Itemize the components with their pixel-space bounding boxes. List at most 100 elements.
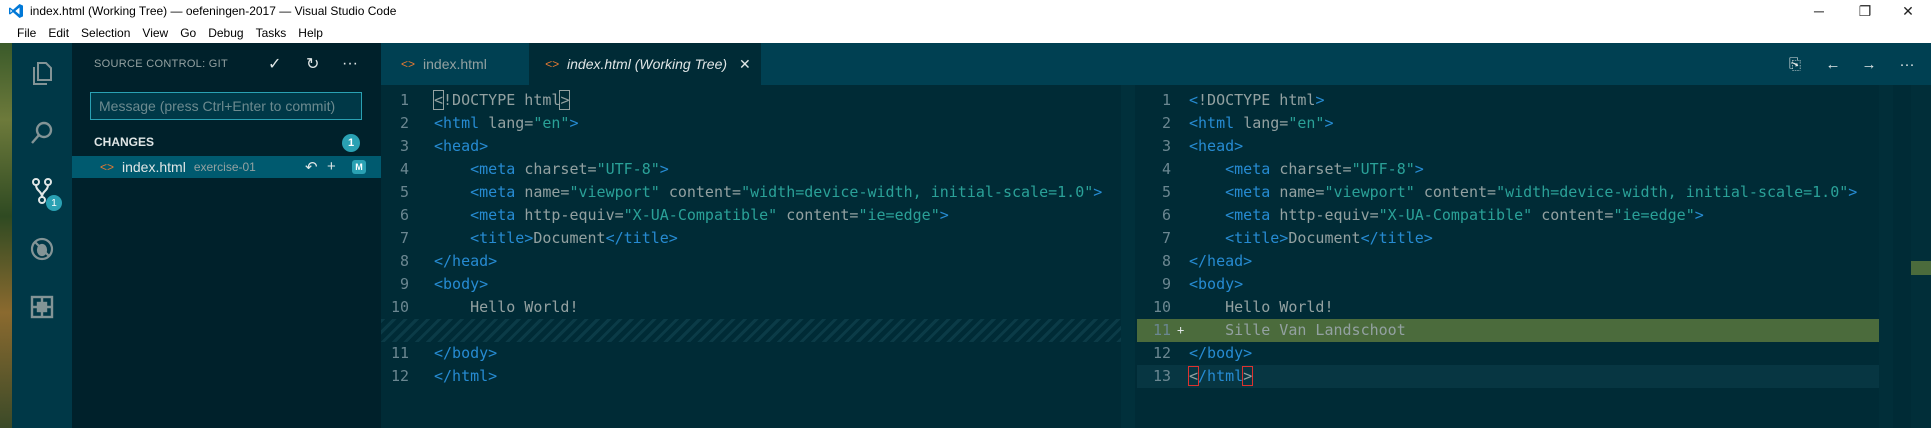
line-number: 9 <box>399 275 409 293</box>
original-code-line[interactable]: 11 </body> <box>381 342 1121 365</box>
restore-button[interactable]: ❐ <box>1842 0 1888 22</box>
original-code-line[interactable]: 5 <meta name="viewport" content="width=d… <box>381 181 1121 204</box>
html-file-icon: <> <box>100 160 115 174</box>
line-number: 6 <box>1161 206 1171 224</box>
original-code-line[interactable]: 10 Hello World! <box>381 296 1121 319</box>
modified-code-line[interactable]: 8 </head> <box>1137 250 1879 273</box>
debug-icon <box>30 237 54 261</box>
code-text: <meta charset="UTF-8"> <box>470 160 669 178</box>
window-title: index.html (Working Tree) — oefeningen-2… <box>30 4 397 18</box>
original-code-line[interactable]: 4 <meta charset="UTF-8"> <box>381 158 1121 181</box>
close-window-button[interactable]: ✕ <box>1885 0 1931 22</box>
menu-file[interactable]: File <box>0 26 42 40</box>
line-number: 7 <box>399 229 409 247</box>
changed-file-row[interactable]: <> index.html exercise-01 ↶ + M <box>72 156 381 178</box>
modified-code-line[interactable]: 6 <meta http-equiv="X-UA-Compatible" con… <box>1137 204 1879 227</box>
menu-debug[interactable]: Debug <box>202 26 249 40</box>
original-code-line[interactable] <box>381 319 1121 342</box>
refresh-button[interactable]: ↻ <box>306 43 319 85</box>
modified-code-line[interactable]: 10 Hello World! <box>1137 296 1879 319</box>
changes-label: CHANGES <box>94 135 155 149</box>
refresh-icon: ↻ <box>306 56 320 73</box>
menu-tasks[interactable]: Tasks <box>250 26 293 40</box>
tab-index-html-working-tree[interactable]: <> index.html (Working Tree) ✕ <box>529 43 761 85</box>
original-code-line[interactable]: 2 <html lang="en"> <box>381 112 1121 135</box>
menu-view[interactable]: View <box>136 26 174 40</box>
modified-code-line[interactable]: 1 <!DOCTYPE html> <box>1137 89 1879 112</box>
original-editor-scrollbar[interactable] <box>1121 85 1135 428</box>
original-code-line[interactable]: 6 <meta http-equiv="X-UA-Compatible" con… <box>381 204 1121 227</box>
html-file-icon: <> <box>401 57 416 71</box>
modified-code-line[interactable]: 5 <meta name="viewport" content="width=d… <box>1137 181 1879 204</box>
changed-file-folder: exercise-01 <box>193 160 256 174</box>
code-text: </html> <box>434 367 498 385</box>
modified-editor-scrollbar[interactable] <box>1879 85 1893 428</box>
modified-code-line[interactable]: 4 <meta charset="UTF-8"> <box>1137 158 1879 181</box>
line-number: 1 <box>399 91 409 109</box>
close-tab-icon[interactable]: ✕ <box>739 56 751 73</box>
modified-code-line[interactable]: 3 <head> <box>1137 135 1879 158</box>
commit-button[interactable]: ✓ <box>268 43 281 85</box>
modified-code-line[interactable]: 2 <html lang="en"> <box>1137 112 1879 135</box>
changes-group-header[interactable]: CHANGES 1 <box>94 131 372 153</box>
code-text: <html lang="en"> <box>434 114 579 132</box>
original-editor[interactable]: 1 <!DOCTYPE html> 2 <html lang="en"> 3 <head>… <box>381 85 1135 428</box>
modified-code-line[interactable]: 12 </body> <box>1137 342 1879 365</box>
code-text: <head> <box>434 137 489 155</box>
original-code-line[interactable]: 9 <body> <box>381 273 1121 296</box>
original-code-line[interactable]: 7 <title>Document</title> <box>381 227 1121 250</box>
debug-activity[interactable] <box>12 225 72 273</box>
code-text: <head> <box>1189 137 1244 155</box>
code-text: <title>Document</title> <box>1225 229 1433 247</box>
modified-status-badge: M <box>352 160 366 174</box>
line-number: 11 <box>390 344 409 362</box>
search-icon <box>31 121 53 144</box>
line-number: 10 <box>390 298 409 316</box>
original-code-line[interactable]: 12 </html> <box>381 365 1121 388</box>
modified-code-line[interactable]: 13 </html> <box>1137 365 1879 388</box>
menu-edit[interactable]: Edit <box>42 26 75 40</box>
line-number: 7 <box>1161 229 1171 247</box>
next-change-button[interactable]: → <box>1851 43 1887 85</box>
explorer-activity[interactable] <box>12 49 72 97</box>
modified-code-line[interactable]: 11 + Sille Van Landschoot <box>1137 319 1879 342</box>
previous-change-button[interactable]: ← <box>1815 43 1851 85</box>
arrow-right-icon: → <box>1861 55 1877 73</box>
minimize-button[interactable]: ─ <box>1796 0 1842 22</box>
html-file-icon: <> <box>545 57 560 71</box>
menu-help[interactable]: Help <box>292 26 329 40</box>
line-number: 3 <box>399 137 409 155</box>
vscode-logo-icon <box>9 4 23 18</box>
modified-code-line[interactable]: 9 <body> <box>1137 273 1879 296</box>
line-number: 11 <box>1152 321 1171 339</box>
original-code-line[interactable]: 3 <head> <box>381 135 1121 158</box>
code-text: Hello World! <box>1225 298 1334 316</box>
original-code-line[interactable]: 1 <!DOCTYPE html> <box>381 89 1121 112</box>
search-activity[interactable] <box>12 109 72 157</box>
discard-changes-icon[interactable]: ↶ <box>305 158 318 176</box>
line-number: 1 <box>1161 91 1171 109</box>
editor-tab-bar: <> index.html <> index.html (Working Tre… <box>381 43 1931 85</box>
line-number: 12 <box>390 367 409 385</box>
menu-go[interactable]: Go <box>174 26 202 40</box>
editor-more-button[interactable]: ··· <box>1889 43 1925 85</box>
code-text: <meta name="viewport" content="width=dev… <box>1225 183 1858 201</box>
modified-code-line[interactable]: 7 <title>Document</title> <box>1137 227 1879 250</box>
line-number: 8 <box>1161 252 1171 270</box>
extensions-activity[interactable] <box>12 283 72 331</box>
commit-message-input[interactable] <box>90 92 362 120</box>
source-control-activity[interactable]: 1 <box>12 167 72 215</box>
line-number: 10 <box>1152 298 1171 316</box>
tab-label: index.html (Working Tree) <box>567 56 728 72</box>
original-code-line[interactable]: 8 </head> <box>381 250 1121 273</box>
activity-bar: 1 <box>12 43 72 428</box>
stage-changes-icon[interactable]: + <box>327 158 336 175</box>
modified-editor[interactable]: 1 <!DOCTYPE html> 2 <html lang="en"> 3 <head>… <box>1137 85 1931 428</box>
tab-index-html[interactable]: <> index.html <box>381 43 529 85</box>
menu-selection[interactable]: Selection <box>75 26 136 40</box>
open-file-button[interactable]: ⎘ <box>1777 43 1813 85</box>
more-actions-button[interactable]: ··· <box>342 43 358 85</box>
menu-bar: File Edit Selection View Go Debug Tasks … <box>0 22 1931 43</box>
code-text: <meta name="viewport" content="width=dev… <box>470 183 1103 201</box>
checkmark-icon: ✓ <box>268 56 282 73</box>
